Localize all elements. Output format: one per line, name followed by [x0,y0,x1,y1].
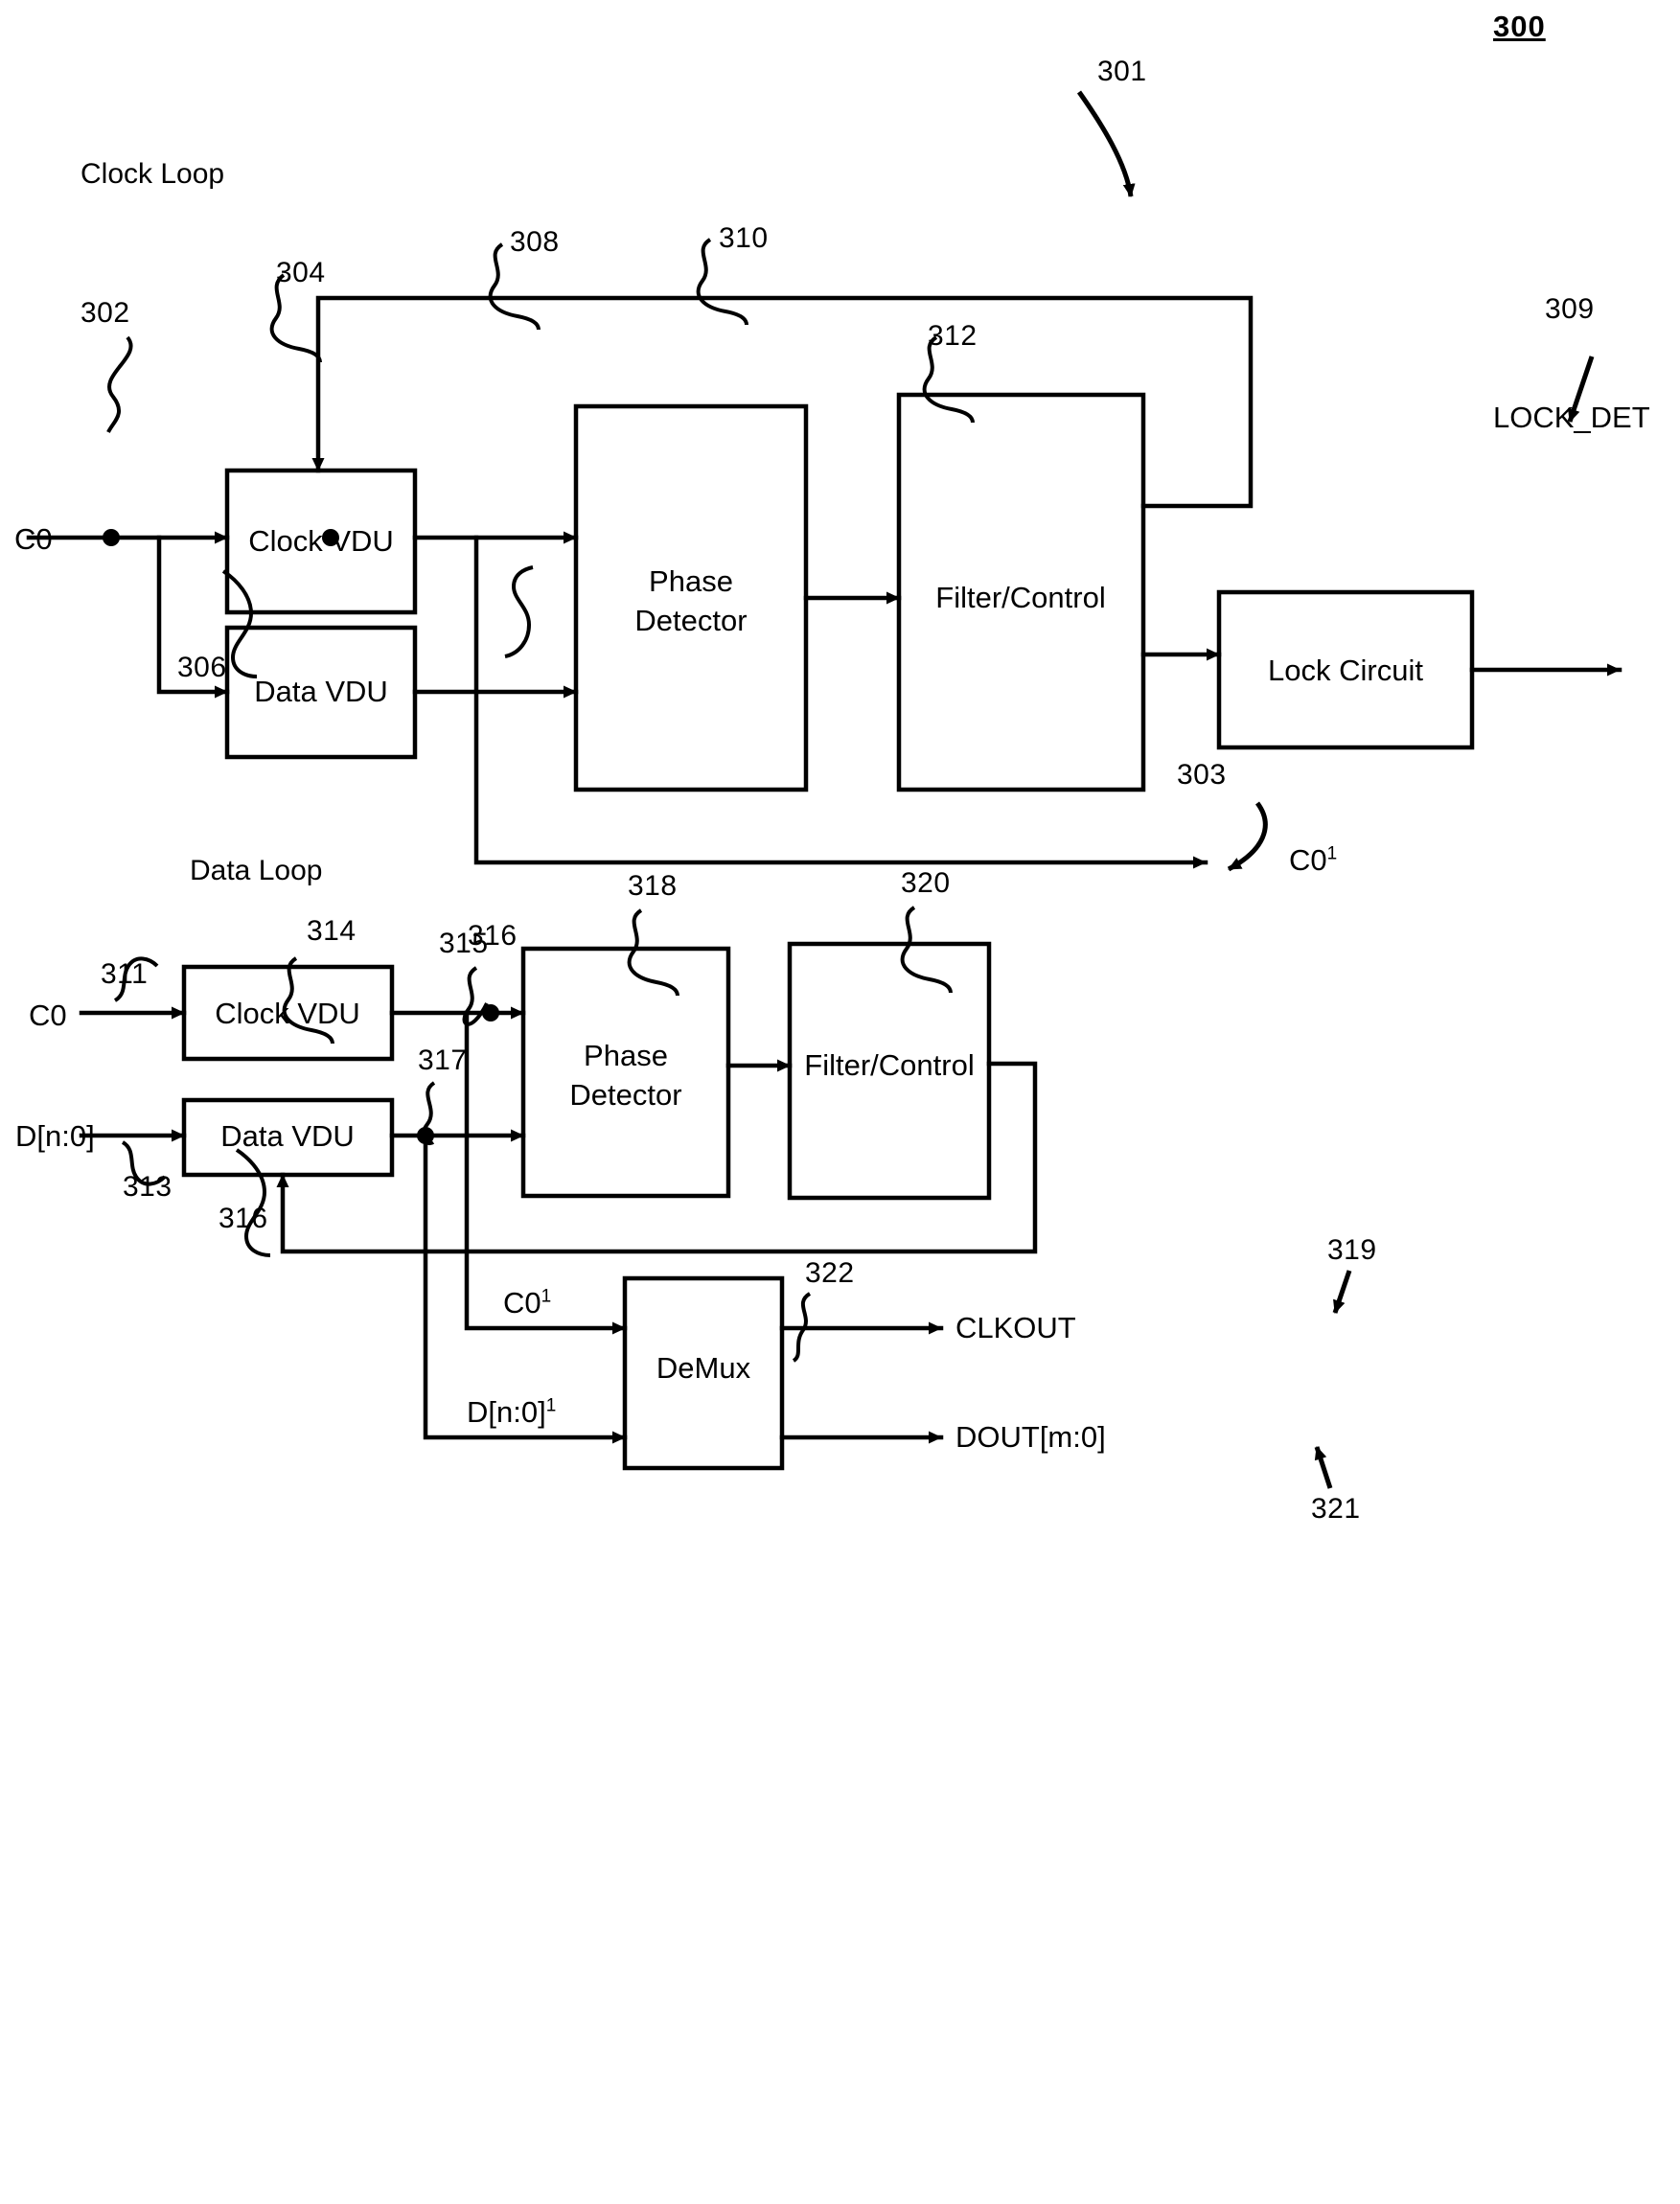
clock-loop-label: Clock Loop [81,158,225,190]
arrow-303 [1227,801,1268,872]
ref-304: 304 [276,257,326,288]
phase-detector-label-1-line2: Detector [634,604,748,637]
arrow-321 [1314,1446,1333,1489]
signal-c0-prime-demux: C01 [503,1286,551,1320]
phase-detector-label-2-line1: Phase [584,1039,668,1072]
leader-320 [900,906,953,994]
clock-vdu-label-1: Clock VDU [248,524,394,558]
ref-309: 309 [1545,293,1595,325]
data-vdu-label-1: Data VDU [254,675,388,708]
ref-311: 311 [101,958,149,990]
ref-303: 303 [1177,759,1227,791]
phase-detector-label-1-line1: Phase [649,564,733,598]
lock-circuit-label: Lock Circuit [1268,654,1423,687]
ref-321: 321 [1311,1493,1361,1525]
signal-dprime-demux-sup: 1 [545,1395,557,1416]
ref-301: 301 [1097,56,1147,87]
junction-c0-1 [103,529,120,546]
filter-control-label-1: Filter/Control [935,581,1106,614]
ref-312: 312 [928,320,978,352]
ref-314: 314 [307,915,357,947]
arrow-319 [1332,1270,1352,1314]
ref-313: 313 [123,1171,173,1203]
signal-dout: DOUT[m:0] [955,1420,1106,1454]
data-vdu-label-2: Data VDU [220,1119,355,1153]
clock-loop-block-outlines [224,392,1475,792]
phase-detector-label-2-line2: Detector [569,1078,682,1112]
ref-318: 318 [628,870,678,902]
signal-c0-input-1: C0 [14,522,53,556]
signal-dprime-demux: D[n:0]1 [467,1395,556,1430]
ref-320: 320 [901,867,951,899]
signal-dprime-demux-base: D[n:0] [467,1395,546,1429]
leader-316-upper [504,565,534,658]
demux-label: DeMux [656,1351,751,1385]
leader-302 [106,335,133,433]
filter-control-label-2: Filter/Control [804,1048,975,1082]
ref-317: 317 [418,1045,468,1076]
arrow-301 [1076,90,1136,197]
signal-c0-prime-demux-base: C0 [503,1286,541,1320]
signal-c0-prime-1-base: C0 [1289,843,1327,877]
ref-322: 322 [805,1257,855,1289]
wire-filter-feedback-to-clockvdu [311,295,1254,509]
ref-308: 308 [510,226,560,258]
signal-clkout: CLKOUT [955,1311,1076,1344]
signal-lock-det: LOCK_DET [1493,401,1650,434]
patent-figure-300: 300 301 Clock Loop 302 304 308 310 312 3… [0,0,1680,2204]
figure-number: 300 [1493,10,1546,43]
ref-319: 319 [1327,1234,1377,1266]
ref-306: 306 [177,652,227,683]
leader-318 [627,908,679,997]
signal-data-input: D[n:0] [15,1119,95,1153]
ref-302: 302 [81,297,130,329]
ref-316-lower: 316 [219,1203,268,1234]
signal-c0-prime-demux-sup: 1 [541,1286,552,1307]
data-loop-label: Data Loop [190,855,323,886]
signal-c0-input-2: C0 [29,999,67,1032]
clock-vdu-label-2: Clock VDU [215,997,360,1030]
signal-c0-prime-1-sup: 1 [1326,843,1338,864]
ref-310: 310 [719,222,769,254]
ref-315: 315 [439,928,489,959]
diagram-canvas [26,90,1622,1489]
signal-c0-prime-1: C01 [1289,843,1337,878]
